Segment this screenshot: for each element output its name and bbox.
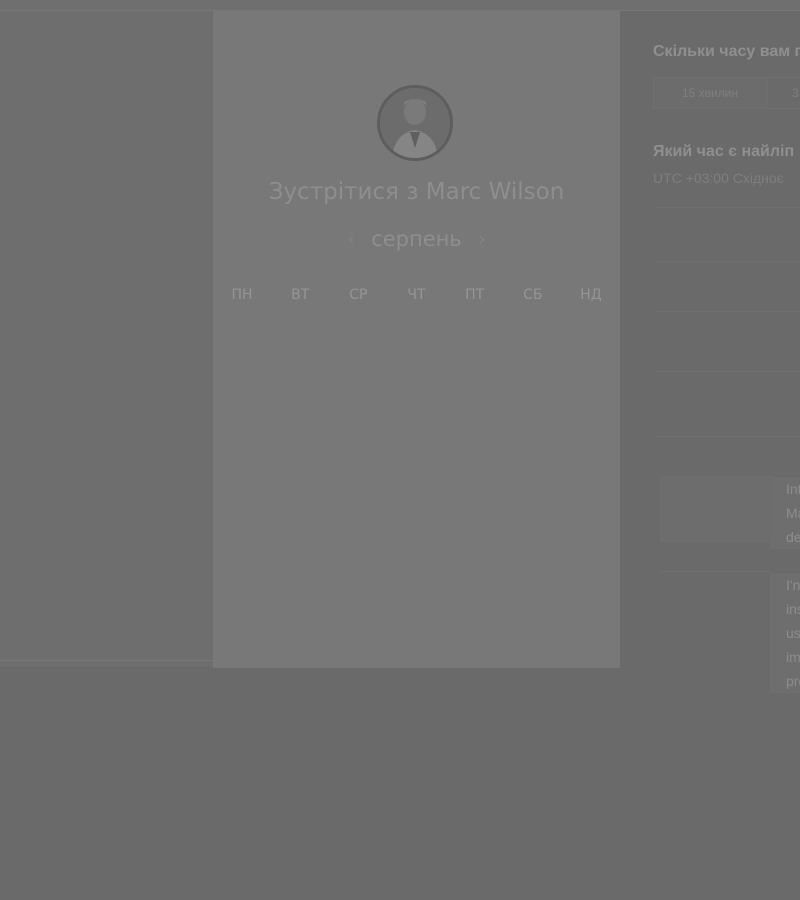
host-avatar xyxy=(377,85,453,161)
weekday-sat: СБ xyxy=(523,287,543,303)
duration-option-30[interactable]: 3 xyxy=(792,78,799,108)
booking-form-panel: Скільки часу вам п 15 хвилин 3 Який час … xyxy=(620,11,800,900)
left-background-panel xyxy=(0,11,213,667)
message-line: us xyxy=(786,625,800,641)
month-label: серпень xyxy=(371,227,462,251)
duration-selector: 15 хвилин 3 xyxy=(653,77,800,109)
divider xyxy=(653,436,800,437)
booking-card: Зустрітися з Marc Wilson ‹ серпень › ПН … xyxy=(213,11,620,668)
message-line: pro xyxy=(786,673,800,689)
message-line: Ma xyxy=(786,505,800,521)
message-line: ins xyxy=(786,601,800,617)
weekday-tue: ВТ xyxy=(291,287,310,303)
divider xyxy=(653,371,800,372)
message-preview-box xyxy=(660,476,772,542)
message-text-2: I'n ins us im pro xyxy=(770,573,800,693)
duration-option-15[interactable]: 15 хвилин xyxy=(654,78,768,108)
chevron-right-icon[interactable]: › xyxy=(468,229,495,250)
divider xyxy=(653,261,800,262)
message-line: im xyxy=(786,649,800,665)
message-text-1: Int Ma de xyxy=(770,477,800,549)
weekday-wed: СР xyxy=(349,287,368,303)
timezone-selector[interactable]: UTC +03:00 Східноє xyxy=(653,170,784,186)
left-divider xyxy=(0,660,213,661)
month-navigator: ‹ серпень › xyxy=(213,226,620,251)
message-line: Int xyxy=(786,481,800,497)
time-question: Який час є найліп xyxy=(653,143,795,160)
weekday-fri: ПТ xyxy=(465,287,485,303)
message-line: de xyxy=(786,529,800,545)
weekday-mon: ПН xyxy=(231,287,253,303)
weekday-thu: ЧТ xyxy=(407,287,426,303)
top-bar xyxy=(0,0,800,11)
card-title: Зустрітися з Marc Wilson xyxy=(268,179,565,205)
divider xyxy=(653,311,800,312)
weekday-sun: НД xyxy=(580,287,602,303)
scheduler-page: Зустрітися з Marc Wilson ‹ серпень › ПН … xyxy=(0,0,800,900)
person-photo-icon xyxy=(380,88,450,158)
divider xyxy=(660,571,770,572)
duration-question: Скільки часу вам п xyxy=(653,43,800,60)
message-line: I'n xyxy=(786,577,800,593)
divider xyxy=(653,207,800,208)
chevron-left-icon[interactable]: ‹ xyxy=(337,229,364,250)
weekday-header: ПН ВТ СР ЧТ ПТ СБ НД xyxy=(213,287,620,303)
